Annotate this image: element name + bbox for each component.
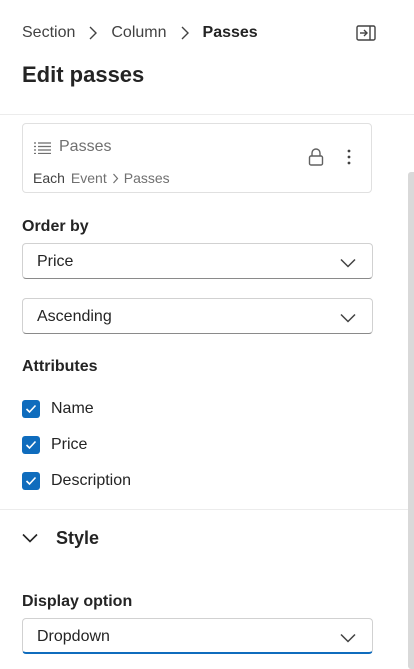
scrollbar[interactable] (408, 172, 414, 669)
display-option-label: Display option (22, 593, 133, 610)
data-source-card: Passes Each Event Passes (22, 123, 372, 193)
breadcrumb-column[interactable]: Column (111, 24, 166, 42)
chevron-right-icon (81, 23, 105, 43)
source-path-item: Passes (123, 170, 170, 186)
breadcrumb: Section Column Passes (22, 23, 258, 43)
display-option-select[interactable]: Dropdown (22, 618, 373, 654)
order-by-field-value: Price (37, 253, 74, 270)
display-option-value: Dropdown (37, 628, 110, 645)
chevron-down-icon (22, 530, 38, 548)
chevron-down-icon (340, 255, 356, 273)
breadcrumb-section[interactable]: Section (22, 24, 75, 42)
breadcrumb-current: Passes (202, 24, 258, 41)
style-section-label: Style (56, 528, 100, 548)
more-options-icon[interactable] (347, 149, 351, 170)
attribute-checkbox-name[interactable]: Name (22, 400, 94, 418)
checkmark-icon (25, 440, 37, 450)
checkbox-checked[interactable] (22, 400, 40, 418)
checkbox-checked[interactable] (22, 472, 40, 490)
attribute-label: Name (51, 400, 94, 417)
style-section-toggle[interactable]: Style (22, 528, 99, 549)
section-divider (0, 509, 408, 510)
chevron-down-icon (340, 310, 356, 328)
source-path-prefix: Each (33, 170, 65, 186)
order-by-field-select[interactable]: Price (22, 243, 373, 279)
chevron-down-icon (340, 630, 356, 648)
collapse-panel-icon[interactable] (354, 24, 378, 42)
attributes-label: Attributes (22, 358, 98, 375)
order-direction-value: Ascending (37, 308, 112, 325)
chevron-right-icon (112, 173, 119, 184)
list-icon (34, 141, 51, 159)
attribute-checkbox-description[interactable]: Description (22, 472, 131, 490)
page-title: Edit passes (22, 62, 145, 87)
chevron-right-icon (173, 23, 197, 43)
checkmark-icon (25, 476, 37, 486)
attribute-checkbox-price[interactable]: Price (22, 436, 87, 454)
source-name: Passes (59, 138, 112, 155)
order-direction-select[interactable]: Ascending (22, 298, 373, 334)
panel-header: Section Column Passes Edit passes (0, 0, 414, 115)
attribute-label: Description (51, 472, 132, 489)
checkmark-icon (25, 404, 37, 414)
checkbox-checked[interactable] (22, 436, 40, 454)
order-by-label: Order by (22, 218, 89, 235)
attribute-label: Price (51, 436, 88, 453)
lock-icon[interactable] (308, 148, 324, 171)
source-path: Each Event Passes (33, 170, 170, 186)
source-path-item: Event (70, 170, 107, 186)
